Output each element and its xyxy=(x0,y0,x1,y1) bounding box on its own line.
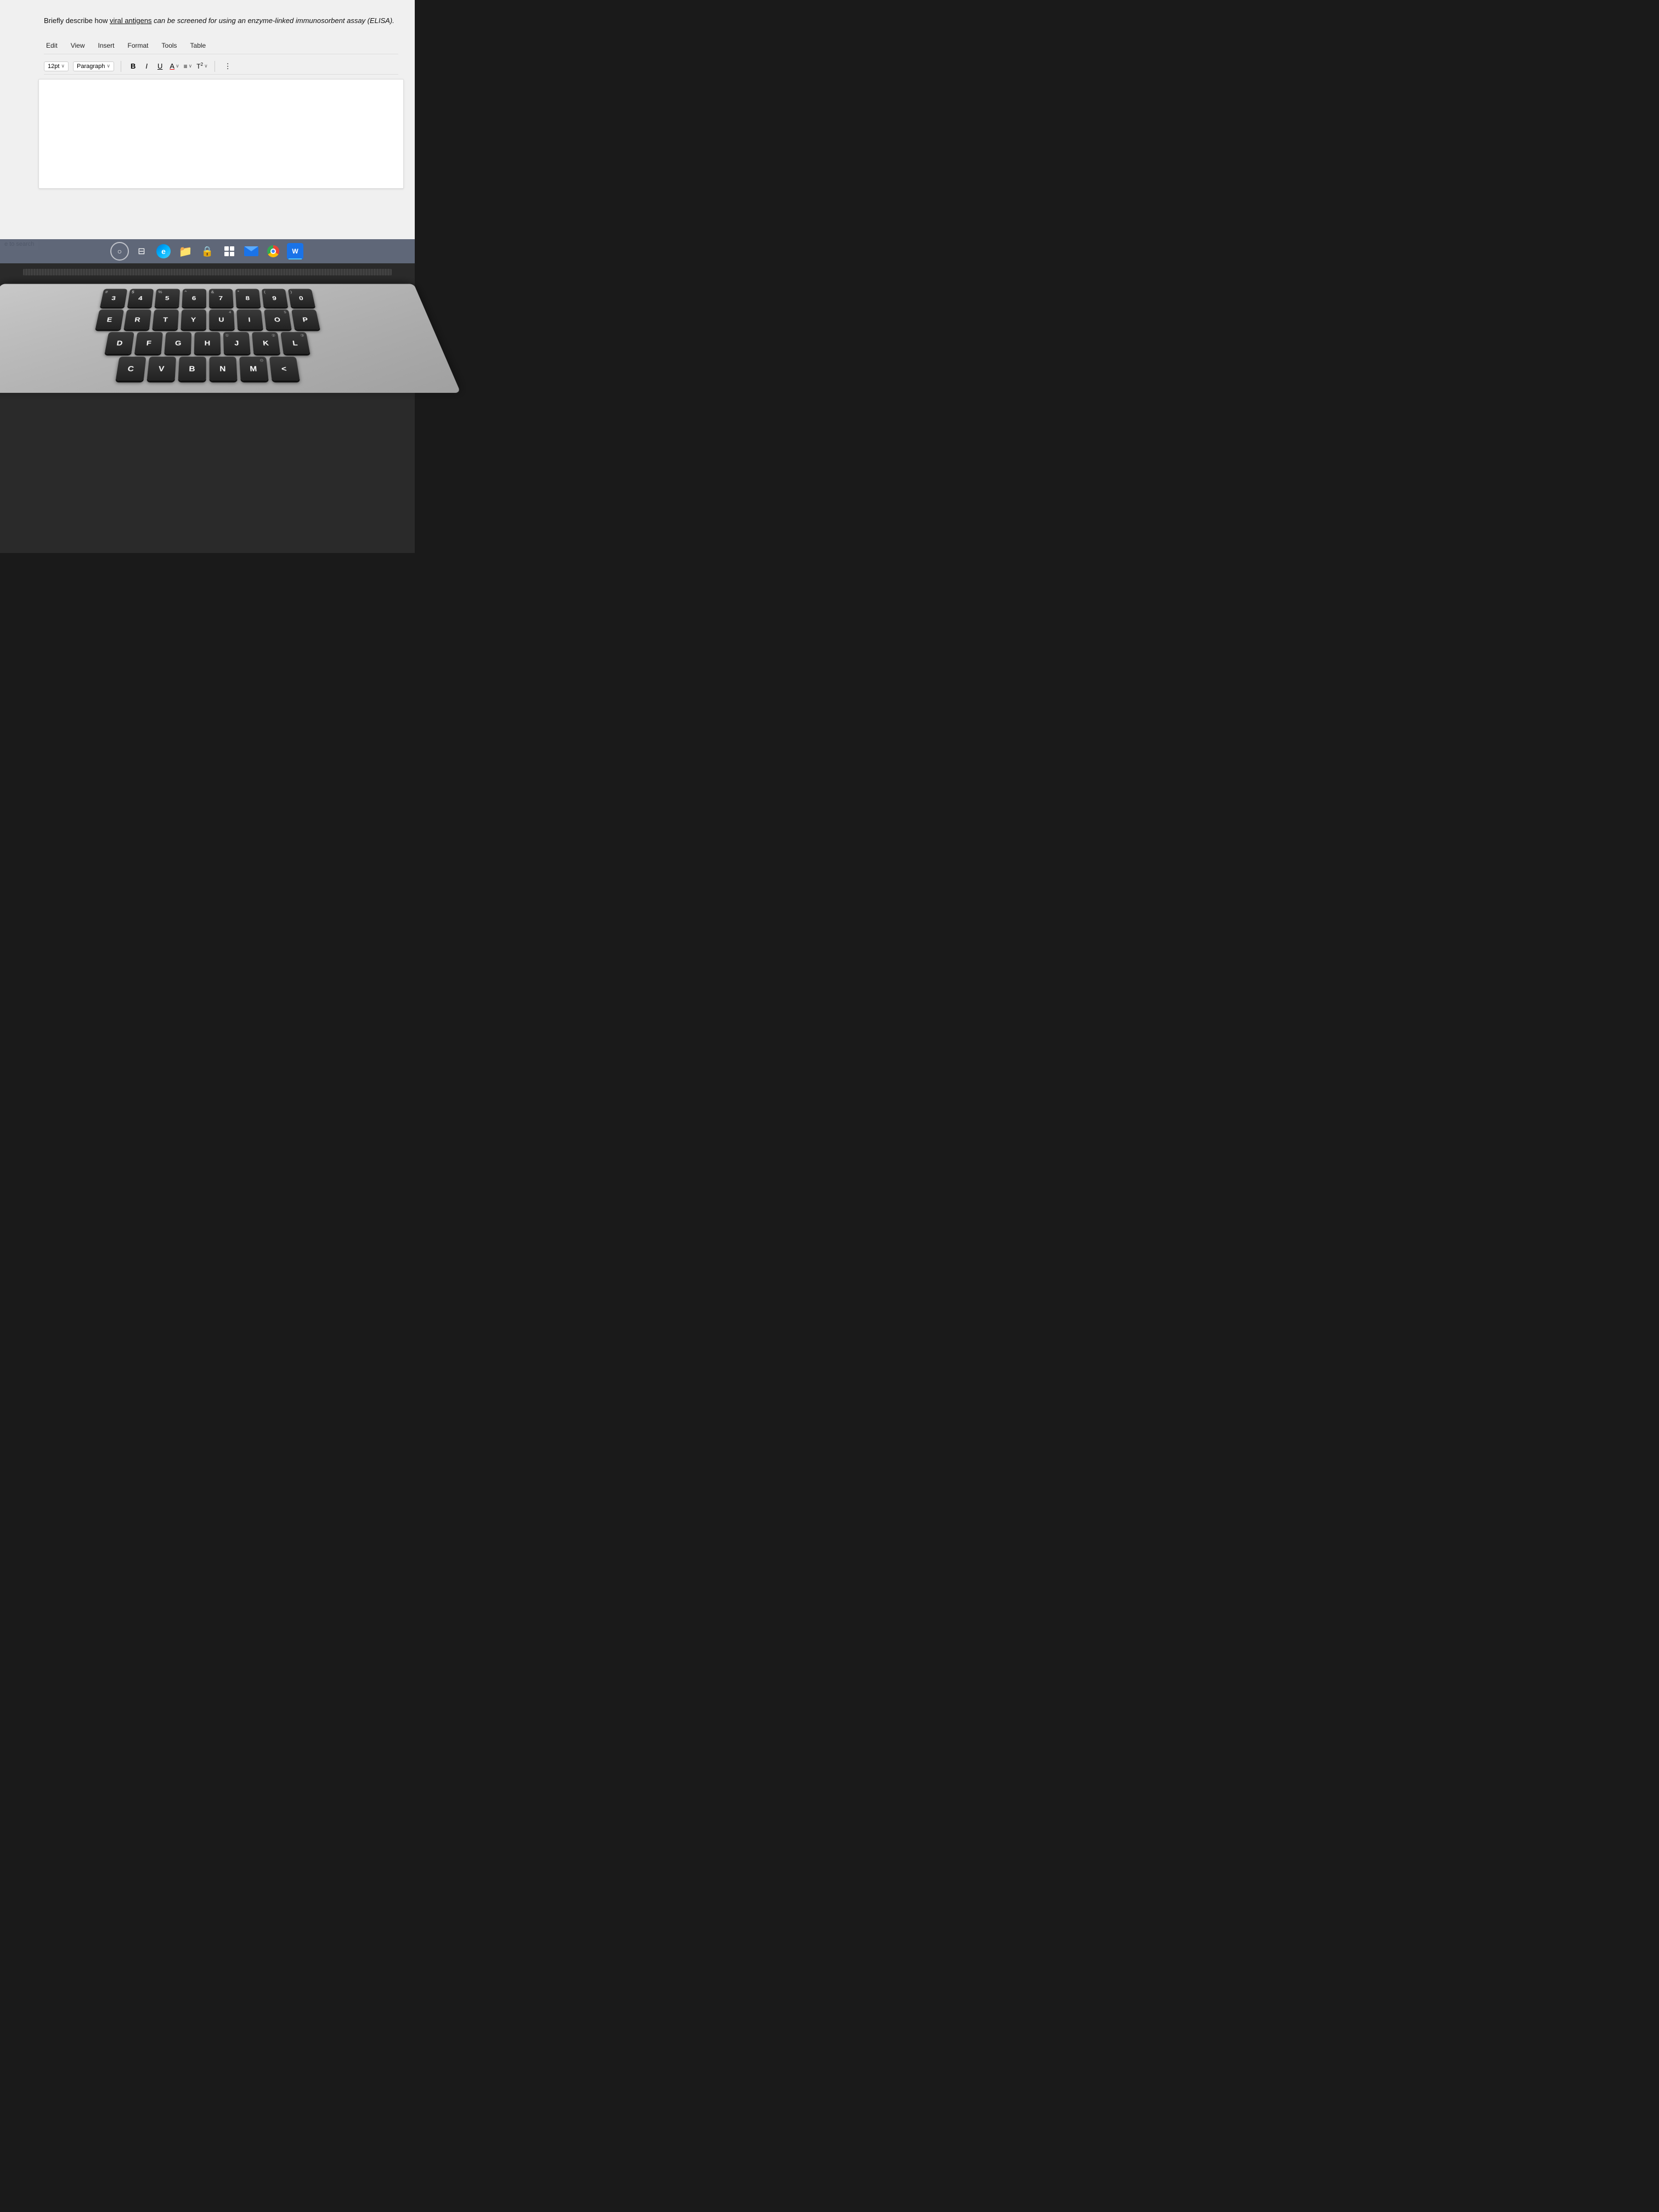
key-l[interactable]: L ③ xyxy=(280,332,310,354)
key-f[interactable]: F xyxy=(134,332,163,354)
taskbar: ○ ⊟ e 📁 🔒 xyxy=(0,239,415,263)
search-button[interactable]: ○ xyxy=(110,242,129,261)
email-button[interactable] xyxy=(242,242,261,261)
store-button[interactable]: 🔒 xyxy=(198,242,217,261)
folder-icon: 📁 xyxy=(179,245,193,258)
key-9[interactable]: ( 9 xyxy=(261,289,287,307)
menu-insert[interactable]: Insert xyxy=(95,41,116,50)
edge-icon: e xyxy=(156,244,171,258)
paragraph-chevron: ∨ xyxy=(106,63,110,69)
zxcv-row: C V B N M ⊙ < xyxy=(0,357,450,381)
toolbar: 12pt ∨ Paragraph ∨ B I U A ∨ ≡ ∨ T2 ∨ xyxy=(44,59,398,75)
key-v[interactable]: V xyxy=(146,357,176,381)
menu-edit[interactable]: Edit xyxy=(44,41,60,50)
word-icon: W xyxy=(287,243,303,259)
key-7[interactable]: & 7 xyxy=(209,289,234,307)
keyboard: # 3 $ 4 % 5 ^ 6 & 7 * 8 xyxy=(0,284,461,393)
menu-tools[interactable]: Tools xyxy=(160,41,179,50)
edge-letter: e xyxy=(161,247,166,256)
line-spacing-group[interactable]: ≡ ∨ xyxy=(184,63,193,70)
key-6[interactable]: ^ 6 xyxy=(182,289,206,307)
menu-bar: Edit View Insert Format Tools Table xyxy=(44,37,398,54)
key-4[interactable]: $ 4 xyxy=(127,289,153,307)
key-o[interactable]: O 5 xyxy=(264,309,291,329)
windows-icon xyxy=(224,246,234,256)
qwerty-row: E R T Y U 4 I O 5 P xyxy=(0,309,428,329)
key-j[interactable]: J ① xyxy=(223,332,251,354)
key-y[interactable]: Y xyxy=(180,309,206,329)
chrome-icon xyxy=(267,245,279,257)
key-b[interactable]: B xyxy=(178,357,206,381)
chrome-button[interactable] xyxy=(264,242,283,261)
document-canvas[interactable] xyxy=(38,79,404,189)
store-icon: 🔒 xyxy=(201,246,213,257)
search-icon: ○ xyxy=(117,247,122,256)
menu-format[interactable]: Format xyxy=(126,41,151,50)
key-m[interactable]: M ⊙ xyxy=(239,357,268,381)
key-5[interactable]: % 5 xyxy=(154,289,179,307)
key-n[interactable]: N xyxy=(209,357,237,381)
screen: Briefly describe how viral antigens can … xyxy=(0,0,415,263)
question-text: Briefly describe how viral antigens can … xyxy=(44,15,398,26)
key-k[interactable]: K ② xyxy=(252,332,280,354)
key-d[interactable]: D xyxy=(105,332,134,354)
word-button[interactable]: W xyxy=(286,242,304,261)
keyboard-area: # 3 $ 4 % 5 ^ 6 & 7 * 8 xyxy=(0,263,415,553)
number-row: # 3 $ 4 % 5 ^ 6 & 7 * 8 xyxy=(0,289,419,307)
key-c[interactable]: C xyxy=(115,357,146,381)
underline-button[interactable]: U xyxy=(155,61,165,71)
paragraph-select[interactable]: Paragraph ∨ xyxy=(73,61,114,71)
key-p[interactable]: P xyxy=(291,309,319,329)
font-size-value: 12pt xyxy=(48,63,59,70)
word-active-indicator xyxy=(289,258,302,259)
more-options-button[interactable]: ⋮ xyxy=(222,61,234,72)
task-view-button[interactable]: ⊟ xyxy=(132,242,151,261)
key-0[interactable]: ) 0 xyxy=(287,289,315,307)
windows-button[interactable] xyxy=(220,242,239,261)
font-color-chevron: ∨ xyxy=(176,63,179,69)
italic-button[interactable]: I xyxy=(143,61,150,71)
email-icon xyxy=(244,246,258,256)
font-color-label: A xyxy=(170,62,174,70)
font-size-chevron: ∨ xyxy=(61,63,65,69)
key-u[interactable]: U 4 xyxy=(209,309,235,329)
menu-table[interactable]: Table xyxy=(188,41,208,50)
bold-button[interactable]: B xyxy=(128,61,138,71)
folder-button[interactable]: 📁 xyxy=(176,242,195,261)
key-8[interactable]: * 8 xyxy=(235,289,260,307)
question-rest: can be screened for using an enzyme-link… xyxy=(152,16,394,25)
asdf-row: D F G H J ① K ② L ③ xyxy=(0,332,439,354)
key-3[interactable]: # 3 xyxy=(100,289,127,307)
edge-browser-button[interactable]: e xyxy=(154,242,173,261)
key-i[interactable]: I xyxy=(236,309,263,329)
key-t[interactable]: T xyxy=(152,309,178,329)
key-less-than[interactable]: < xyxy=(269,357,300,381)
key-h[interactable]: H xyxy=(194,332,221,354)
superscript-label: T2 xyxy=(196,62,203,70)
document-area: Briefly describe how viral antigens can … xyxy=(0,0,415,241)
task-view-icon: ⊟ xyxy=(138,246,145,257)
key-r[interactable]: R xyxy=(123,309,151,329)
viral-antigens-link: viral antigens xyxy=(110,16,152,25)
paragraph-value: Paragraph xyxy=(77,63,105,70)
key-g[interactable]: G xyxy=(164,332,191,354)
menu-view[interactable]: View xyxy=(69,41,87,50)
key-e[interactable]: E xyxy=(95,309,123,329)
font-color-group[interactable]: A ∨ xyxy=(170,62,179,70)
font-size-select[interactable]: 12pt ∨ xyxy=(44,61,69,71)
superscript-group[interactable]: T2 ∨ xyxy=(196,62,207,70)
line-spacing-icon: ≡ xyxy=(184,63,188,70)
speaker-grill xyxy=(23,269,391,275)
